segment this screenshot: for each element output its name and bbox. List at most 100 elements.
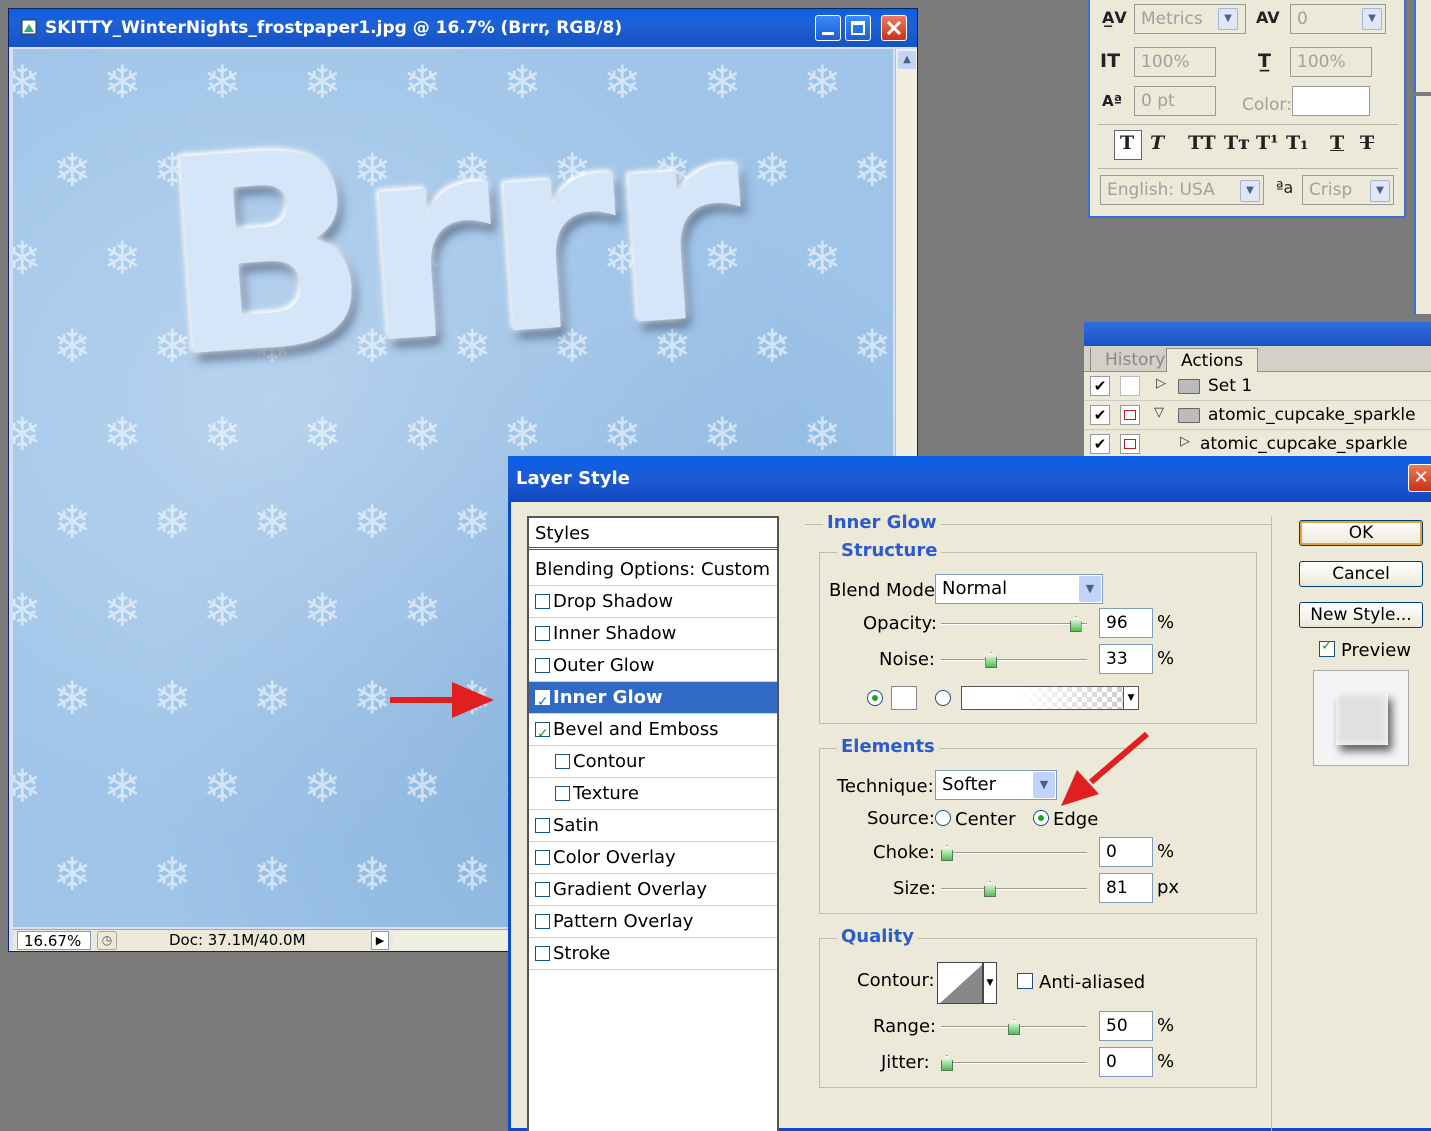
tracking-dropdown-icon[interactable]: ▼ <box>1362 8 1382 30</box>
baseline-shift-field[interactable]: 0 pt <box>1134 86 1216 116</box>
size-slider[interactable] <box>941 881 1087 897</box>
technique-select[interactable]: Softer ▼ <box>935 770 1057 800</box>
style-checkbox[interactable] <box>535 687 550 718</box>
action-row[interactable]: ✔ ▽ atomic_cupcake_sparkle <box>1084 401 1431 430</box>
expand-triangle-icon[interactable]: ▷ <box>1156 376 1166 391</box>
source-edge-radio[interactable] <box>1033 810 1049 826</box>
dialog-close-icon[interactable]: ✕ <box>1408 464 1431 492</box>
style-checkbox[interactable] <box>555 786 570 801</box>
style-item[interactable]: Inner Shadow <box>529 618 777 650</box>
collapse-triangle-icon[interactable]: ▽ <box>1154 405 1164 420</box>
style-item[interactable]: Gradient Overlay <box>529 874 777 906</box>
antialias-dropdown-icon[interactable]: ▼ <box>1370 180 1390 202</box>
style-item[interactable]: Satin <box>529 810 777 842</box>
style-checkbox[interactable] <box>535 719 550 750</box>
horizontal-scale-field[interactable]: 100% <box>1290 47 1372 77</box>
range-input[interactable]: 50 <box>1099 1011 1153 1041</box>
faux-italic-icon[interactable]: T <box>1150 132 1164 154</box>
style-checkbox[interactable] <box>555 754 570 769</box>
text-color-swatch[interactable] <box>1292 86 1370 116</box>
style-checkbox[interactable] <box>535 658 550 673</box>
size-slider-knob[interactable] <box>983 881 996 897</box>
style-item[interactable]: Contour <box>529 746 777 778</box>
style-item[interactable]: Color Overlay <box>529 842 777 874</box>
range-slider-knob[interactable] <box>1008 1019 1020 1035</box>
jitter-slider[interactable] <box>941 1055 1087 1071</box>
document-title-bar[interactable]: SKITTY_WinterNights_frostpaper1.jpg @ 16… <box>9 9 917 47</box>
action-toggle-checkbox[interactable]: ✔ <box>1090 405 1110 425</box>
opacity-slider[interactable] <box>941 616 1087 632</box>
jitter-slider-knob[interactable] <box>941 1055 953 1071</box>
subscript-icon[interactable]: T₁ <box>1286 132 1308 154</box>
style-checkbox[interactable] <box>535 946 550 961</box>
style-item[interactable]: Outer Glow <box>529 650 777 682</box>
strikethrough-icon[interactable]: T <box>1360 132 1374 154</box>
style-checkbox[interactable] <box>535 626 550 641</box>
blend-mode-select[interactable]: Normal ▼ <box>935 574 1103 604</box>
style-item[interactable]: Inner Glow <box>529 682 777 718</box>
dialog-toggle-icon[interactable] <box>1120 434 1140 454</box>
action-toggle-checkbox[interactable]: ✔ <box>1090 376 1110 396</box>
gradient-dropdown-icon[interactable]: ▼ <box>1123 686 1139 710</box>
source-center-radio[interactable] <box>935 810 951 826</box>
range-slider[interactable] <box>941 1019 1087 1035</box>
language-dropdown-icon[interactable]: ▼ <box>1240 180 1260 202</box>
style-checkbox[interactable] <box>535 882 550 897</box>
maximize-button[interactable] <box>845 15 871 41</box>
docked-panel-edge[interactable] <box>1414 0 1431 92</box>
anti-aliased-checkbox[interactable] <box>1017 973 1033 989</box>
glow-color-swatch[interactable] <box>891 686 917 710</box>
action-toggle-checkbox[interactable]: ✔ <box>1090 434 1110 454</box>
styles-header[interactable]: Styles <box>529 518 777 550</box>
status-info-icon[interactable]: ◷ <box>97 931 117 950</box>
contour-dropdown-icon[interactable]: ▼ <box>983 962 997 1004</box>
gradient-radio[interactable] <box>935 690 951 706</box>
opacity-input[interactable]: 96 <box>1099 608 1153 638</box>
style-item[interactable]: Bevel and Emboss <box>529 714 777 750</box>
ok-button[interactable]: OK <box>1299 520 1423 546</box>
style-item[interactable]: Texture <box>529 778 777 810</box>
new-style-button[interactable]: New Style... <box>1299 602 1423 628</box>
small-caps-icon[interactable]: Tт <box>1224 132 1250 154</box>
contour-preview[interactable] <box>937 962 983 1004</box>
opacity-slider-knob[interactable] <box>1069 616 1082 632</box>
all-caps-icon[interactable]: TT <box>1188 132 1216 154</box>
dialog-title-bar[interactable]: Layer Style ✕ <box>508 456 1431 502</box>
actions-panel-title-bar[interactable] <box>1084 322 1431 346</box>
style-item[interactable]: Pattern Overlay <box>529 906 777 938</box>
superscript-icon[interactable]: T¹ <box>1256 132 1278 154</box>
choke-slider[interactable] <box>941 845 1087 861</box>
noise-slider[interactable] <box>941 652 1087 668</box>
action-row[interactable]: ✔ ▷ Set 1 <box>1084 372 1431 401</box>
dialog-toggle-icon[interactable] <box>1120 405 1140 425</box>
tab-actions[interactable]: Actions <box>1166 348 1259 372</box>
style-checkbox[interactable] <box>535 594 550 609</box>
style-checkbox[interactable] <box>535 818 550 833</box>
preview-checkbox[interactable]: ✓ <box>1319 638 1335 657</box>
style-item[interactable]: Drop Shadow <box>529 586 777 618</box>
style-checkbox[interactable] <box>535 850 550 865</box>
action-row[interactable]: ✔ ▷ atomic_cupcake_sparkle <box>1084 430 1431 459</box>
size-input[interactable]: 81 <box>1099 873 1153 903</box>
zoom-level-field[interactable]: 16.67% <box>17 931 91 950</box>
noise-input[interactable]: 33 <box>1099 644 1153 674</box>
status-menu-arrow-icon[interactable]: ▶ <box>371 931 389 950</box>
minimize-button[interactable] <box>815 15 841 41</box>
close-button[interactable] <box>881 15 907 41</box>
expand-triangle-icon[interactable]: ▷ <box>1180 434 1190 449</box>
solid-color-radio[interactable] <box>867 690 883 706</box>
vertical-scale-field[interactable]: 100% <box>1134 47 1216 77</box>
style-item[interactable]: Stroke <box>529 938 777 970</box>
kerning-dropdown-icon[interactable]: ▼ <box>1218 8 1238 30</box>
noise-slider-knob[interactable] <box>985 652 998 668</box>
horizontal-scrollbar[interactable] <box>393 931 513 950</box>
jitter-input[interactable]: 0 <box>1099 1047 1153 1077</box>
blending-options-item[interactable]: Blending Options: Custom <box>529 554 777 586</box>
dialog-toggle[interactable] <box>1120 376 1140 396</box>
choke-slider-knob[interactable] <box>941 845 953 861</box>
glow-gradient-picker[interactable] <box>961 686 1127 710</box>
docked-panel-edge[interactable] <box>1414 96 1431 314</box>
scroll-up-arrow-icon[interactable]: ▲ <box>898 51 916 69</box>
cancel-button[interactable]: Cancel <box>1299 561 1423 587</box>
choke-input[interactable]: 0 <box>1099 837 1153 867</box>
